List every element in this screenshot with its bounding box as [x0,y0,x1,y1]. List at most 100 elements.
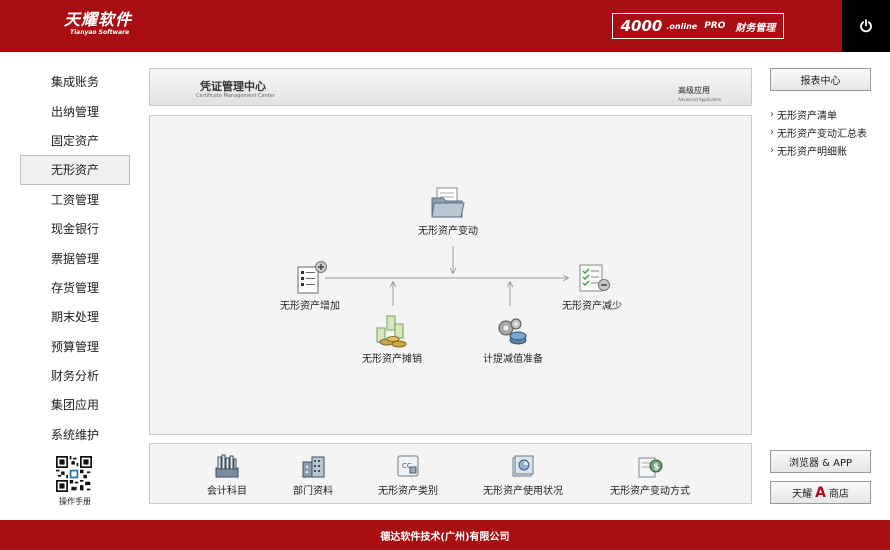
chevron-right-icon: › [770,144,774,156]
nav-item-system[interactable]: 系统维护 [20,420,130,449]
nav-item-period-end[interactable]: 期末处理 [20,302,130,331]
voucher-center-banner: 凭证管理中心 Certificate Management Center 高级应… [149,68,752,106]
tool-label: 无形资产类别 [378,486,438,497]
banner-title: 凭证管理中心 [200,80,266,93]
tool-label: 会计科目 [207,486,247,497]
manual-label: 操作手册 [59,497,91,506]
nav-item-bills[interactable]: 票据管理 [20,243,130,272]
nav-item-label: 集团应用 [50,398,99,413]
nav-item-label: 出纳管理 [50,104,99,119]
workflow-label-add: 无形资产增加 [280,301,340,312]
tool-label: 无形资产使用状况 [483,486,563,497]
nav-item-fixed-assets[interactable]: 固定资产 [20,126,130,155]
svg-text:$: $ [653,463,659,473]
nav-item-intangible-assets[interactable]: 无形资产 [20,155,130,185]
nav-item-label: 无形资产 [50,163,99,178]
nav-item-group[interactable]: 集团应用 [20,390,130,419]
top-header: 天耀软件 Tianyao Software 4000 .online PRO 财… [0,0,890,52]
app-store-button[interactable]: 天耀 A 商店 [770,481,871,504]
workflow-node-change[interactable]: 无形资产变动 [418,186,478,237]
nav-item-label: 集成账务 [50,75,99,90]
logo-subtext: Tianyao Software [70,29,130,36]
report-list: › 无形资产清单 › 无形资产变动汇总表 › 无形资产明细账 [770,105,867,159]
browser-app-button[interactable]: 浏览器 & APP [770,450,871,473]
workflow-node-impairment[interactable]: 计提减值准备 [483,314,543,365]
usage-status-icon [512,455,534,477]
nav-item-label: 期末处理 [50,310,99,325]
nav-item-label: 固定资产 [50,133,99,148]
tool-accounting-subjects[interactable]: 会计科目 [207,454,247,497]
nav-item-financial-analysis[interactable]: 财务分析 [20,361,130,390]
product-online: .online [666,21,698,31]
product-number: 4000 [620,17,663,35]
tool-departments[interactable]: 部门资料 [293,454,333,497]
manual-qr[interactable]: 操作手册 [56,456,94,507]
tool-usage-status[interactable]: 无形资产使用状况 [483,454,563,497]
tool-asset-categories[interactable]: CC 无形资产类别 [378,454,438,497]
workflow-node-add[interactable]: 无形资产增加 [280,261,340,312]
report-label: 无形资产变动汇总表 [777,128,867,140]
power-button[interactable] [842,0,890,52]
report-center-label: 报表中心 [800,76,841,87]
tool-label: 无形资产变动方式 [610,486,690,497]
ledger-icon [215,454,239,478]
coins-stack-icon [376,315,407,348]
checklist-remove-icon [579,264,610,292]
nav-item-payroll[interactable]: 工资管理 [20,185,130,214]
nav-item-label: 存货管理 [50,280,99,295]
folder-document-icon [431,187,465,218]
workflow-connectors [325,246,753,306]
document-add-icon [297,261,327,294]
store-logo-letter: A [815,484,826,501]
change-method-icon: $ [638,457,663,478]
power-icon [860,19,872,33]
workflow-label-amortize: 无形资产摊销 [362,354,422,365]
report-link-change-summary[interactable]: › 无形资产变动汇总表 [770,123,867,141]
basic-data-toolbar: 会计科目 部门资料 CC 无形资产类别 无形资产使用状况 $ 无形资产变动方式 [149,443,752,504]
company-logo: 天耀软件 Tianyao Software [64,11,154,41]
nav-item-label: 财务分析 [50,369,99,384]
banner-subtitle: Certificate Management Center [196,93,275,99]
product-edition: PRO [704,21,726,31]
footer: 德达软件技术(广州)有限公司 [0,520,890,550]
workflow-panel: 无形资产变动 无形资产增加 无形资产减少 无形资产摊销 计提减值准备 [149,115,752,435]
logo-text: 天耀软件 [64,10,133,29]
gears-coins-icon [498,318,527,345]
footer-company: 德达软件技术(广州)有限公司 [380,531,510,543]
advanced-application-sublabel: Advanced Application [678,97,722,102]
chevron-right-icon: › [770,126,774,138]
module-nav: 集成账务 出纳管理 固定资产 无形资产 工资管理 现金银行 票据管理 存货管理 … [20,67,130,449]
chevron-right-icon: › [770,108,774,120]
product-name: 财务管理 [735,22,776,34]
tool-change-methods[interactable]: $ 无形资产变动方式 [610,454,690,497]
nav-item-label: 票据管理 [50,251,99,266]
department-icon [302,456,325,478]
report-link-detail-ledger[interactable]: › 无形资产明细账 [770,141,867,159]
nav-item-budget[interactable]: 预算管理 [20,332,130,361]
tool-label: 部门资料 [293,486,333,497]
workflow-label-reduce: 无形资产减少 [562,301,622,312]
product-name-box: 4000 .online PRO 财务管理 [612,13,784,39]
nav-item-integrated-accounts[interactable]: 集成账务 [20,67,130,96]
report-label: 无形资产明细账 [777,146,847,158]
report-link-asset-list[interactable]: › 无形资产清单 [770,105,867,123]
workflow-node-amortize[interactable]: 无形资产摊销 [362,314,422,365]
browser-app-label: 浏览器 & APP [788,458,853,469]
store-suffix: 商店 [828,489,849,500]
nav-item-label: 系统维护 [50,427,99,442]
workflow-node-reduce[interactable]: 无形资产减少 [562,261,622,312]
nav-item-label: 工资管理 [50,192,99,207]
nav-item-label: 预算管理 [50,339,99,354]
store-prefix: 天耀 [792,489,813,500]
workflow-label-impairment: 计提减值准备 [483,354,543,365]
category-icon: CC [397,455,419,477]
nav-item-label: 现金银行 [50,222,99,237]
nav-item-cash-bank[interactable]: 现金银行 [20,214,130,243]
nav-item-cashier[interactable]: 出纳管理 [20,96,130,125]
report-label: 无形资产清单 [777,110,837,122]
qr-code-icon [56,456,92,492]
nav-item-inventory[interactable]: 存货管理 [20,273,130,302]
report-center-button[interactable]: 报表中心 [770,68,871,91]
advanced-application-tab[interactable]: 高级应用 [678,85,710,96]
workflow-label-change: 无形资产变动 [418,226,478,237]
